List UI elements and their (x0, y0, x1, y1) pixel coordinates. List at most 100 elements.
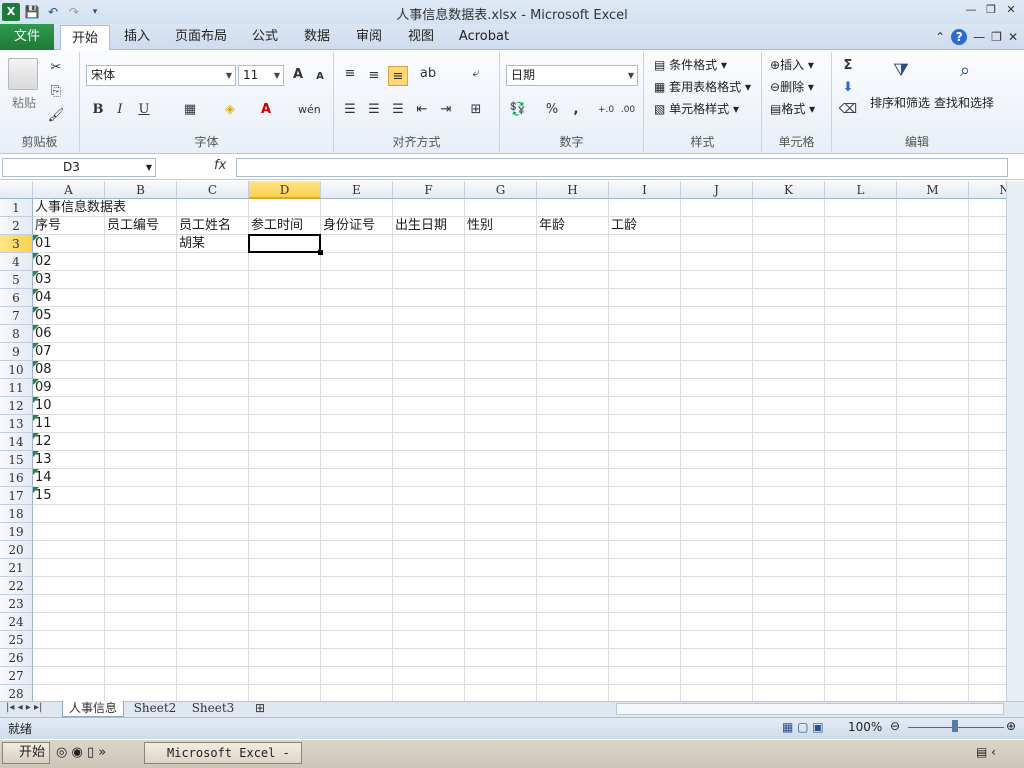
cell-b23[interactable] (105, 595, 177, 613)
cell-a15[interactable]: 13 (33, 451, 105, 469)
tab-review[interactable]: 审阅 (350, 24, 388, 50)
cell-b8[interactable] (105, 325, 177, 343)
cell-i1[interactable] (609, 199, 681, 217)
align-top-icon[interactable]: ≡ (340, 64, 360, 84)
cell-l24[interactable] (825, 613, 897, 631)
cell-g3[interactable] (465, 235, 537, 253)
cell-d17[interactable] (249, 487, 321, 505)
cell-k2[interactable] (753, 217, 825, 235)
font-name-select[interactable]: 宋体 ▼ (86, 65, 236, 86)
cell-g4[interactable] (465, 253, 537, 271)
cell-c19[interactable] (177, 523, 249, 541)
fill-color-icon[interactable]: ◈ (220, 100, 240, 120)
cell-c25[interactable] (177, 631, 249, 649)
cell-e5[interactable] (321, 271, 393, 289)
cell-j13[interactable] (681, 415, 753, 433)
doc-close-icon[interactable]: ✕ (1008, 30, 1018, 44)
cell-l14[interactable] (825, 433, 897, 451)
cell-h24[interactable] (537, 613, 609, 631)
cell-j14[interactable] (681, 433, 753, 451)
cell-l4[interactable] (825, 253, 897, 271)
cell-styles-button[interactable]: ▧ 单元格样式 ▾ (654, 100, 739, 117)
column-header-d[interactable]: D (249, 181, 321, 199)
cell-j4[interactable] (681, 253, 753, 271)
cell-l15[interactable] (825, 451, 897, 469)
delete-cells-button[interactable]: ⊖删除 ▾ (770, 78, 814, 95)
cell-b24[interactable] (105, 613, 177, 631)
cell-d27[interactable] (249, 667, 321, 685)
cell-j21[interactable] (681, 559, 753, 577)
cell-b25[interactable] (105, 631, 177, 649)
column-header-k[interactable]: K (753, 181, 825, 199)
cell-k8[interactable] (753, 325, 825, 343)
cell-h27[interactable] (537, 667, 609, 685)
cell-d21[interactable] (249, 559, 321, 577)
cell-m12[interactable] (897, 397, 969, 415)
cell-h16[interactable] (537, 469, 609, 487)
cell-c11[interactable] (177, 379, 249, 397)
cell-n10[interactable] (969, 361, 1006, 379)
sheet-nav-icons[interactable]: |◂ ◂ ▸ ▸| (6, 702, 42, 713)
cell-c26[interactable] (177, 649, 249, 667)
cell-a1[interactable]: 人事信息数据表 (33, 199, 126, 217)
cell-g27[interactable] (465, 667, 537, 685)
cell-e25[interactable] (321, 631, 393, 649)
cell-i15[interactable] (609, 451, 681, 469)
cell-g21[interactable] (465, 559, 537, 577)
insert-sheet-icon[interactable]: ⊞ (248, 701, 272, 717)
cell-j24[interactable] (681, 613, 753, 631)
cell-e16[interactable] (321, 469, 393, 487)
cell-e24[interactable] (321, 613, 393, 631)
cell-l18[interactable] (825, 505, 897, 523)
row-header-16[interactable]: 16 (0, 469, 33, 487)
increase-decimal-icon[interactable]: +.0 (596, 100, 616, 120)
cell-d2[interactable]: 参工时间 (249, 217, 321, 235)
cell-f26[interactable] (393, 649, 465, 667)
cell-f2[interactable]: 出生日期 (393, 217, 465, 235)
cell-a19[interactable] (33, 523, 105, 541)
cell-f20[interactable] (393, 541, 465, 559)
align-left-icon[interactable]: ☰ (340, 100, 360, 120)
cell-i25[interactable] (609, 631, 681, 649)
cell-d14[interactable] (249, 433, 321, 451)
cell-i19[interactable] (609, 523, 681, 541)
cell-f27[interactable] (393, 667, 465, 685)
cell-n11[interactable] (969, 379, 1006, 397)
minimize-icon[interactable]: — (964, 3, 978, 17)
cell-h21[interactable] (537, 559, 609, 577)
cell-j23[interactable] (681, 595, 753, 613)
cell-l10[interactable] (825, 361, 897, 379)
cell-c5[interactable] (177, 271, 249, 289)
cell-i14[interactable] (609, 433, 681, 451)
cell-n22[interactable] (969, 577, 1006, 595)
cell-a6[interactable]: 04 (33, 289, 105, 307)
cell-b7[interactable] (105, 307, 177, 325)
cell-a20[interactable] (33, 541, 105, 559)
cell-b17[interactable] (105, 487, 177, 505)
cell-m8[interactable] (897, 325, 969, 343)
tab-formulas[interactable]: 公式 (246, 24, 284, 50)
cell-m9[interactable] (897, 343, 969, 361)
cell-d7[interactable] (249, 307, 321, 325)
phonetic-icon[interactable]: wén (298, 100, 321, 120)
cell-d26[interactable] (249, 649, 321, 667)
zoom-level[interactable]: 100% (848, 720, 882, 734)
conditional-format-button[interactable]: ▤ 条件格式 ▾ (654, 56, 727, 73)
cell-m5[interactable] (897, 271, 969, 289)
column-header-a[interactable]: A (33, 181, 105, 199)
zoom-out-icon[interactable]: ⊖ (890, 719, 900, 733)
cell-n8[interactable] (969, 325, 1006, 343)
decrease-indent-icon[interactable]: ⇤ (412, 100, 432, 120)
cell-k13[interactable] (753, 415, 825, 433)
cell-d1[interactable] (249, 199, 321, 217)
cell-j15[interactable] (681, 451, 753, 469)
cell-d18[interactable] (249, 505, 321, 523)
cell-b5[interactable] (105, 271, 177, 289)
close-icon[interactable]: ✕ (1004, 3, 1018, 17)
cell-i17[interactable] (609, 487, 681, 505)
row-header-26[interactable]: 26 (0, 649, 33, 667)
cell-g22[interactable] (465, 577, 537, 595)
cell-h13[interactable] (537, 415, 609, 433)
cell-m1[interactable] (897, 199, 969, 217)
cell-n28[interactable] (969, 685, 1006, 701)
